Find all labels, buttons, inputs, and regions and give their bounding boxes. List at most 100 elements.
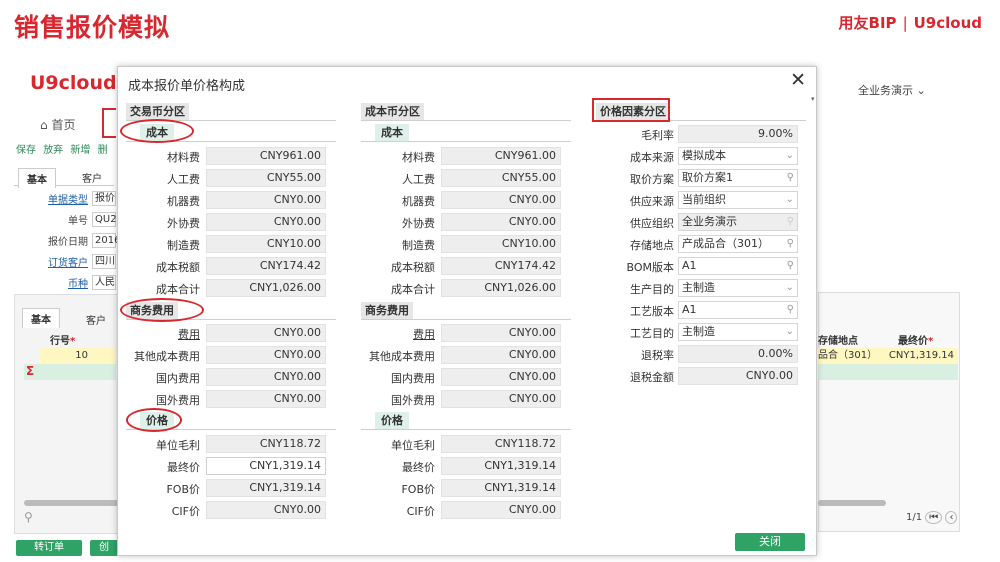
storage-location-ref[interactable]: 产成品合（301） ⚲ — [678, 235, 798, 253]
to-order-button[interactable]: 转订单 — [16, 540, 82, 556]
search-icon[interactable]: ⚲ — [787, 170, 794, 186]
grid-cell-final-price: CNY1,319.14 — [888, 350, 954, 361]
tax-refund-rate-field: 0.00% — [678, 345, 798, 363]
chevron-down-icon: ⌄ — [785, 194, 794, 205]
value-field: CNY0.00 — [206, 390, 326, 408]
fee-row: 国外费用 CNY0.00 — [126, 390, 326, 408]
cost-row: 机器费 CNY0.00 — [361, 191, 561, 209]
value-field: CNY1,319.14 — [441, 457, 561, 475]
pager-text: 1/1 — [906, 512, 923, 523]
cost-row: 成本税额 CNY174.42 — [361, 257, 561, 275]
subsection-business-fees: 商务费用 — [361, 302, 571, 320]
create-button[interactable]: 创 — [90, 540, 118, 556]
grid-tab-basic[interactable]: 基本 — [22, 308, 60, 328]
grid-sum-row-right — [818, 364, 958, 380]
home-label: 首页 — [51, 118, 76, 132]
cost-row: 成本合计 CNY1,026.00 — [361, 279, 561, 297]
value-field: CNY0.00 — [206, 324, 326, 342]
cost-row: 成本税额 CNY174.42 — [126, 257, 326, 275]
search-icon[interactable]: ⚲ — [787, 236, 794, 252]
supply-org-field: 全业务演示 ⚲ — [678, 213, 798, 231]
first-page-icon[interactable]: ⏮ — [925, 511, 943, 524]
brand-bip: 用友BIP — [838, 14, 897, 32]
value-field: CNY0.00 — [441, 191, 561, 209]
tab-basic[interactable]: 基本 — [18, 168, 56, 188]
field-label-doc-type[interactable]: 单据类型 — [14, 191, 88, 206]
cost-row: 外协费 CNY0.00 — [126, 213, 326, 231]
value-field: CNY10.00 — [441, 235, 561, 253]
value-field: CNY1,319.14 — [206, 479, 326, 497]
search-icon[interactable]: ⚲ — [787, 302, 794, 318]
close-icon[interactable]: ✕ — [790, 70, 806, 90]
value-field: CNY0.00 — [441, 501, 561, 519]
value-field: CNY55.00 — [441, 169, 561, 187]
factor-row-supply-source: 供应来源 当前组织 ⌄ — [620, 191, 800, 209]
value-field: CNY55.00 — [206, 169, 326, 187]
pricing-plan-ref[interactable]: 取价方案1 ⚲ — [678, 169, 798, 187]
grid-scrollbar-right[interactable] — [818, 500, 886, 506]
filter-icon[interactable]: ⚲ — [24, 510, 33, 524]
value-field: CNY174.42 — [206, 257, 326, 275]
cost-row: 人工费 CNY55.00 — [361, 169, 561, 187]
production-purpose-select[interactable]: 主制造 ⌄ — [678, 279, 798, 297]
price-composition-dialog: 成本报价单价格构成 ✕ ▾ 交易币分区 成本 材料费 CNY961.00 人工费 C… — [117, 66, 817, 556]
value-field: CNY0.00 — [441, 368, 561, 386]
org-selector[interactable]: 全业务演示 ⌄ — [858, 82, 926, 98]
prev-page-icon[interactable]: ‹ — [945, 511, 958, 524]
price-row: FOB价 CNY1,319.14 — [361, 479, 561, 497]
factor-row-routing-version: 工艺版本 A1 ⚲ — [620, 301, 800, 319]
factor-row-storage: 存储地点 产成品合（301） ⚲ — [620, 235, 800, 253]
field-label-quote-date: 报价日期 — [48, 237, 88, 248]
cost-source-select[interactable]: 模拟成本 ⌄ — [678, 147, 798, 165]
value-field: CNY10.00 — [206, 235, 326, 253]
section-title: 成本币分区 — [361, 103, 424, 120]
highlight-box — [102, 108, 116, 138]
field-label-customer[interactable]: 订货客户 — [14, 254, 88, 269]
value-field: CNY0.00 — [206, 501, 326, 519]
factor-row-tax-refund-rate: 退税率 0.00% — [620, 345, 800, 363]
final-price-input[interactable]: CNY1,319.14 — [206, 457, 326, 475]
grid-row-right[interactable]: 品合（301） CNY1,319.14 — [818, 348, 958, 364]
highlight-ellipse-price — [126, 408, 182, 432]
cost-row: 材料费 CNY961.00 — [361, 147, 561, 165]
discard-button[interactable]: 放弃 — [43, 145, 63, 156]
fee-row: 费用 CNY0.00 — [126, 324, 326, 342]
close-button[interactable]: 关闭 — [735, 533, 805, 551]
grid-header-row-no: 行号* — [50, 336, 76, 347]
value-field: CNY0.00 — [441, 213, 561, 231]
cost-row: 外协费 CNY0.00 — [361, 213, 561, 231]
scroll-indicator-icon[interactable]: ▾ — [811, 95, 815, 103]
dialog-title: 成本报价单价格构成 — [128, 79, 246, 94]
fee-row: 国外费用 CNY0.00 — [361, 390, 561, 408]
value-field: CNY0.00 — [441, 346, 561, 364]
value-field: CNY1,026.00 — [206, 279, 326, 297]
bom-version-ref[interactable]: A1 ⚲ — [678, 257, 798, 275]
routing-purpose-select[interactable]: 主制造 ⌄ — [678, 323, 798, 341]
chevron-down-icon: ⌄ — [785, 150, 794, 161]
home-icon: ⌂ — [40, 118, 48, 132]
factor-row-tax-refund-amount: 退税金额 CNY0.00 — [620, 367, 800, 385]
new-button[interactable]: 新增 — [70, 145, 90, 156]
routing-version-ref[interactable]: A1 ⚲ — [678, 301, 798, 319]
home-tab[interactable]: ⌂ 首页 — [40, 116, 75, 133]
section-title: 交易币分区 — [126, 103, 189, 120]
price-row: CIF价 CNY0.00 — [126, 501, 326, 519]
field-label-currency[interactable]: 币种 — [14, 275, 88, 290]
value-field: CNY118.72 — [206, 435, 326, 453]
tax-refund-amount-field: CNY0.00 — [678, 367, 798, 385]
value-field: CNY1,319.14 — [441, 479, 561, 497]
value-field: CNY0.00 — [441, 324, 561, 342]
factor-row-production-purpose: 生产目的 主制造 ⌄ — [620, 279, 800, 297]
search-icon: ⚲ — [786, 216, 794, 227]
supply-source-select[interactable]: 当前组织 ⌄ — [678, 191, 798, 209]
factor-row-routing-purpose: 工艺目的 主制造 ⌄ — [620, 323, 800, 341]
chevron-down-icon: ⌄ — [785, 282, 794, 293]
field-label-doc-no: 单号 — [68, 216, 88, 227]
save-button[interactable]: 保存 — [16, 145, 36, 156]
value-field: CNY0.00 — [206, 346, 326, 364]
search-icon[interactable]: ⚲ — [787, 258, 794, 274]
grid-header-location: 存储地点 — [818, 336, 858, 347]
subsection-cost: 成本 — [361, 124, 571, 142]
value-field: CNY1,026.00 — [441, 279, 561, 297]
highlight-box-price-factors — [592, 98, 670, 122]
